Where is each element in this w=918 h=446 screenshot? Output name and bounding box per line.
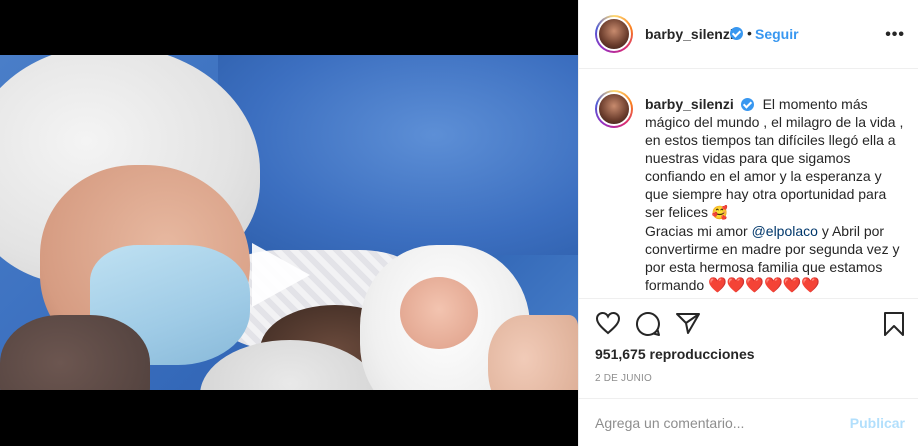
- separator-dot: •: [747, 25, 752, 41]
- post-header: barby_silenzi • Seguir •••: [579, 0, 918, 69]
- verified-icon: [730, 27, 743, 40]
- video-content-arm: [0, 315, 150, 390]
- follow-button[interactable]: Seguir: [755, 26, 799, 42]
- heart-icon[interactable]: [595, 311, 621, 335]
- video-content-baby-face: [400, 277, 478, 349]
- author-avatar[interactable]: [595, 15, 633, 53]
- share-icon[interactable]: [675, 311, 701, 335]
- video-content-drape: [218, 55, 578, 255]
- caption-author-avatar[interactable]: [595, 90, 633, 128]
- caption-text: Gracias mi amor: [645, 223, 748, 239]
- post-caption: barby_silenzi El momento más mágico del …: [645, 95, 905, 295]
- caption-username[interactable]: barby_silenzi: [645, 96, 734, 112]
- post-side-panel: barby_silenzi • Seguir ••• barby_silenzi…: [578, 0, 918, 446]
- video-player[interactable]: [0, 55, 578, 390]
- view-count[interactable]: 951,675 reproducciones: [595, 346, 755, 362]
- post-media[interactable]: [0, 0, 578, 446]
- mention-link[interactable]: @elpolaco: [752, 223, 818, 239]
- video-content-hand: [488, 315, 578, 390]
- verified-icon: [740, 98, 754, 111]
- post-date[interactable]: 2 DE JUNIO: [595, 373, 652, 384]
- author-username[interactable]: barby_silenzi: [645, 26, 734, 42]
- caption-text: El momento más mágico del mundo , el mil…: [645, 96, 904, 220]
- bookmark-icon[interactable]: [883, 311, 905, 337]
- add-comment-bar: Publicar: [579, 398, 918, 446]
- play-icon[interactable]: [252, 243, 310, 307]
- publish-button[interactable]: Publicar: [850, 415, 905, 431]
- more-options-icon[interactable]: •••: [885, 26, 905, 44]
- caption-area: barby_silenzi El momento más mágico del …: [579, 70, 918, 298]
- smiling-face-hearts-emoji: 🥰: [711, 205, 729, 220]
- hearts-emoji: ❤️❤️❤️❤️❤️❤️: [708, 277, 821, 294]
- comment-icon[interactable]: [635, 311, 661, 337]
- comment-input[interactable]: [595, 413, 835, 433]
